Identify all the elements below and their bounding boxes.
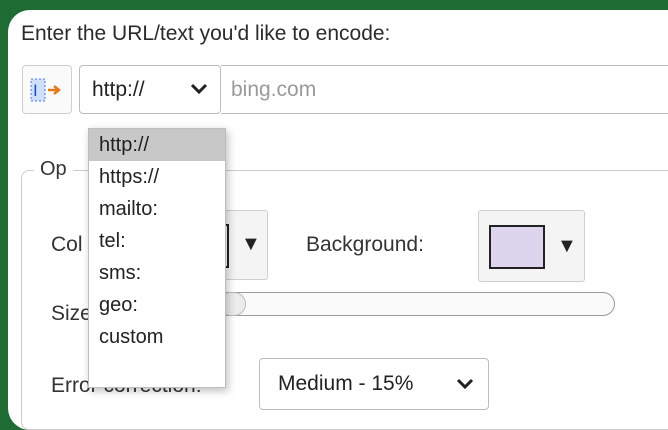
background-swatch — [489, 225, 545, 269]
insert-text-button[interactable]: I — [22, 65, 72, 114]
color-label: Col — [51, 233, 83, 256]
protocol-option[interactable]: sms: — [89, 257, 225, 289]
insert-text-icon: I — [30, 78, 62, 102]
encode-prompt: Enter the URL/text you'd like to encode: — [21, 22, 391, 45]
background-picker-button[interactable]: ▼ — [478, 210, 585, 282]
protocol-selected-value: http:// — [92, 78, 145, 101]
protocol-select[interactable]: http:// — [79, 65, 221, 114]
protocol-option[interactable]: https:// — [89, 161, 225, 193]
caret-down-icon: ▼ — [241, 233, 261, 255]
error-correction-value: Medium - 15% — [278, 372, 414, 395]
protocol-option[interactable]: http:// — [89, 129, 225, 161]
protocol-option[interactable]: custom — [89, 321, 225, 353]
chevron-down-icon — [190, 83, 208, 95]
error-correction-select[interactable]: Medium - 15% — [259, 358, 489, 410]
size-label: Size — [51, 302, 92, 325]
options-legend: Op — [34, 158, 73, 181]
url-input[interactable]: bing.com — [221, 65, 668, 114]
protocol-option[interactable]: mailto: — [89, 193, 225, 225]
svg-text:I: I — [33, 81, 38, 100]
chevron-down-icon — [456, 378, 474, 390]
caret-down-icon: ▼ — [557, 235, 577, 257]
protocol-dropdown: http:// https:// mailto: tel: sms: geo: … — [88, 128, 226, 388]
protocol-option[interactable]: tel: — [89, 225, 225, 257]
size-slider[interactable] — [210, 292, 615, 316]
protocol-option[interactable]: geo: — [89, 289, 225, 321]
background-label: Background: — [306, 233, 424, 256]
